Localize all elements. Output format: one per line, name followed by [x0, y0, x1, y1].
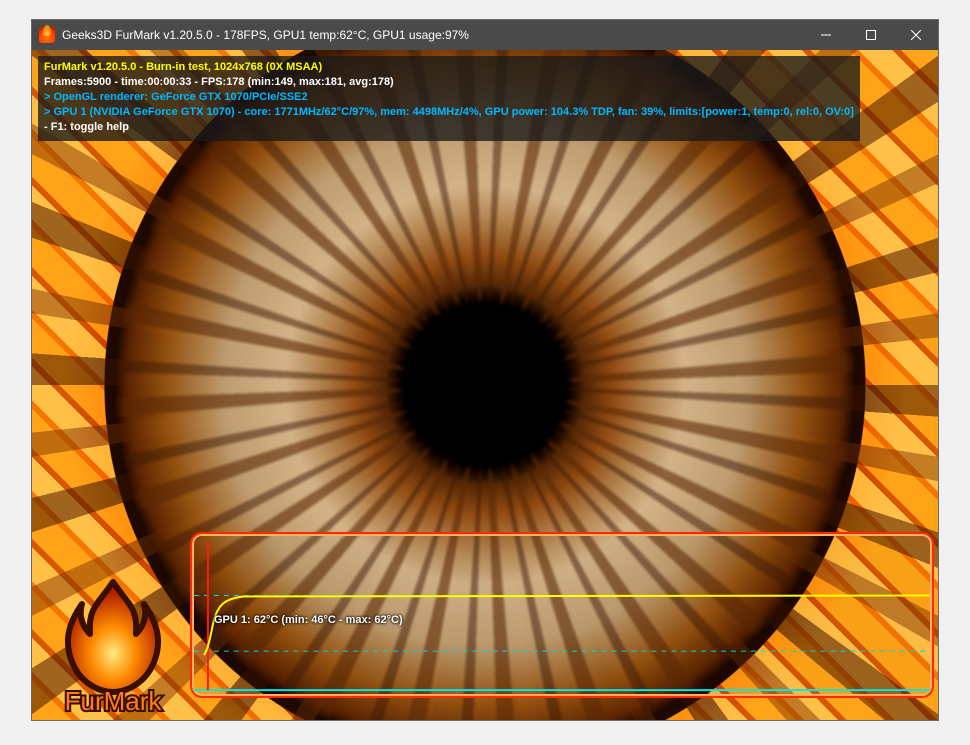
osd-title-line: FurMark v1.20.5.0 - Burn-in test, 1024x7…: [44, 60, 854, 75]
gpu-temp-graph-label: GPU 1: 62°C (min: 46°C - max: 62°C): [214, 614, 403, 626]
window-title: Geeks3D FurMark v1.20.5.0 - 178FPS, GPU1…: [62, 28, 803, 42]
osd-renderer-line: > OpenGL renderer: GeForce GTX 1070/PCIe…: [44, 90, 854, 105]
gpu-temp-graph: GPU 1: 62°C (min: 46°C - max: 62°C): [192, 534, 932, 696]
window-titlebar: Geeks3D FurMark v1.20.5.0 - 178FPS, GPU1…: [32, 20, 938, 50]
maximize-icon: [866, 30, 876, 40]
minimize-icon: [821, 30, 831, 40]
maximize-button[interactable]: [848, 20, 893, 50]
app-flame-icon: [39, 27, 55, 43]
osd-help-line: - F1: toggle help: [44, 120, 854, 135]
close-icon: [911, 30, 921, 40]
close-button[interactable]: [893, 20, 938, 50]
osd-frames-line: Frames:5900 - time:00:00:33 - FPS:178 (m…: [44, 75, 854, 90]
osd-gpu-line: > GPU 1 (NVIDIA GeForce GTX 1070) - core…: [44, 105, 854, 120]
render-viewport: FurMark v1.20.5.0 - Burn-in test, 1024x7…: [32, 50, 938, 720]
minimize-button[interactable]: [803, 20, 848, 50]
osd-panel: FurMark v1.20.5.0 - Burn-in test, 1024x7…: [38, 56, 860, 141]
